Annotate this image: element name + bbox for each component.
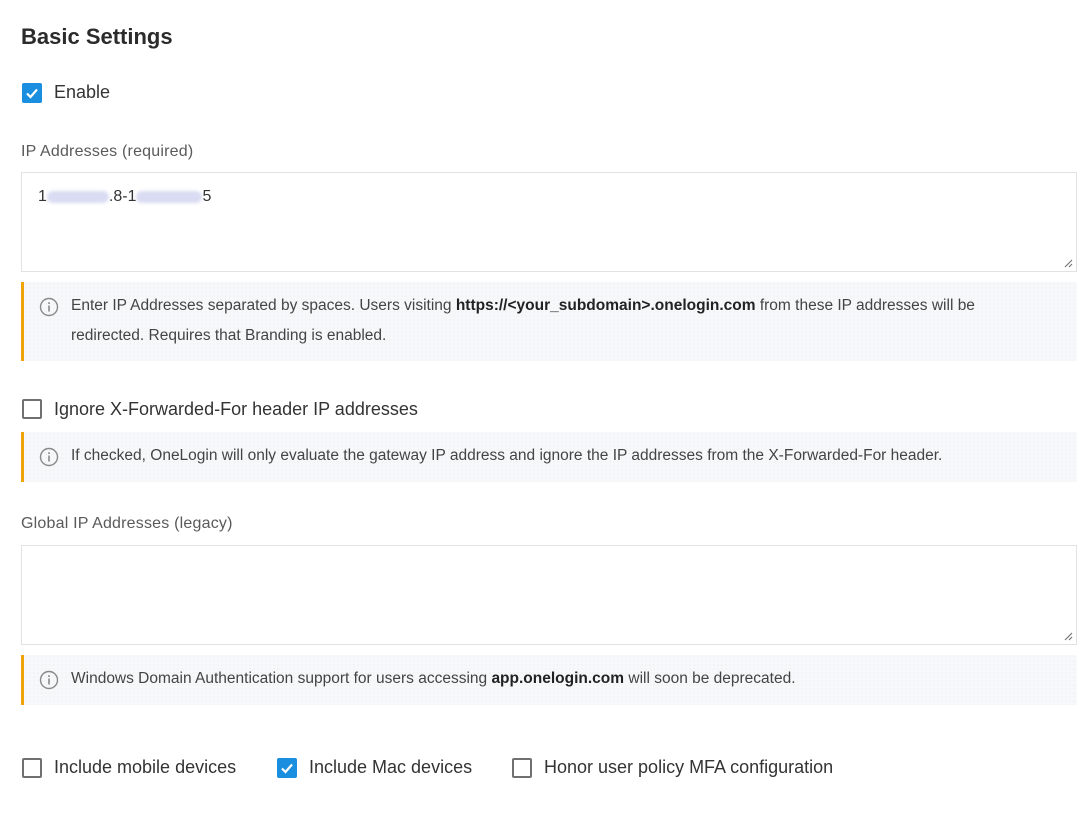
xff-note: If checked, OneLogin will only evaluate … — [21, 432, 1077, 482]
include-mobile-label[interactable]: Include mobile devices — [54, 757, 236, 778]
global-ip-label: Global IP Addresses (legacy) — [21, 515, 233, 532]
include-mac-label[interactable]: Include Mac devices — [309, 757, 472, 778]
ip-addresses-input[interactable]: 1.8-1 5 — [21, 172, 1077, 272]
honor-mfa-checkbox[interactable] — [512, 758, 532, 778]
windows-auth-note: Windows Domain Authentication support fo… — [21, 655, 1077, 705]
xff-note-text: If checked, OneLogin will only evaluate … — [71, 447, 943, 464]
ignore-xff-label[interactable]: Ignore X-Forwarded-For header IP address… — [54, 399, 418, 420]
info-circle-icon — [39, 670, 59, 690]
checkmark-icon — [26, 88, 38, 99]
info-circle-icon — [39, 297, 59, 317]
include-mobile-checkbox[interactable] — [22, 758, 42, 778]
include-mac-checkbox[interactable] — [277, 758, 297, 778]
global-ip-input[interactable] — [21, 545, 1077, 645]
ip-note-line1: Enter IP Addresses separated by spaces. … — [71, 297, 975, 314]
ignore-xff-checkbox[interactable] — [22, 399, 42, 419]
windows-note-text: Windows Domain Authentication support fo… — [71, 670, 796, 687]
ip-addresses-note: Enter IP Addresses separated by spaces. … — [21, 282, 1077, 361]
info-circle-icon — [39, 447, 59, 467]
checkmark-icon — [281, 763, 293, 774]
enable-checkbox[interactable] — [22, 83, 42, 103]
resize-handle-icon[interactable] — [1063, 258, 1073, 268]
ip-note-line2: redirected. Requires that Branding is en… — [71, 327, 387, 344]
section-title: Basic Settings — [21, 24, 173, 49]
honor-mfa-label[interactable]: Honor user policy MFA configuration — [544, 757, 833, 778]
resize-handle-icon[interactable] — [1063, 631, 1073, 641]
ip-addresses-label: IP Addresses (required) — [21, 143, 194, 160]
ip-addresses-value: 1.8-1 5 — [38, 188, 212, 205]
enable-label[interactable]: Enable — [54, 82, 110, 103]
